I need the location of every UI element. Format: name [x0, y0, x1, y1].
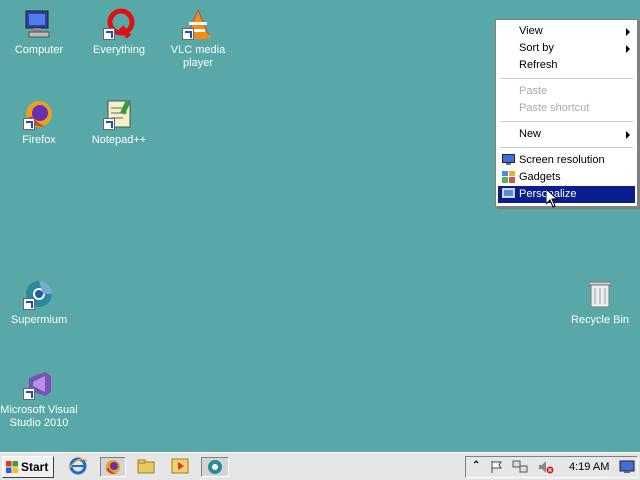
menu-item-personalize[interactable]: Personalize — [498, 186, 635, 203]
icon-label: VLC media player — [170, 44, 226, 69]
system-tray: ⌃ 4:19 AM — [465, 456, 638, 478]
shortcut-arrow-icon — [103, 28, 115, 40]
clock[interactable]: 4:19 AM — [569, 461, 609, 473]
visual-studio-icon — [23, 368, 55, 400]
icon-label: Notepad++ — [91, 134, 147, 146]
desktop-icon-notepadpp[interactable]: Notepad++ — [80, 98, 158, 147]
menu-item-label: Sort by — [519, 42, 554, 54]
start-button[interactable]: Start — [2, 456, 54, 478]
desktop-icon-everything[interactable]: Everything — [80, 8, 158, 57]
start-label: Start — [21, 460, 49, 474]
mouse-cursor-icon — [546, 189, 558, 208]
taskbar-media-player-button[interactable] — [170, 457, 192, 477]
menu-separator — [500, 121, 633, 122]
submenu-arrow-icon — [626, 28, 630, 36]
icon-label: Microsoft Visual Studio 2010 — [0, 404, 78, 429]
shortcut-arrow-icon — [23, 298, 35, 310]
shortcut-arrow-icon — [23, 118, 35, 130]
everything-icon — [103, 8, 135, 40]
shortcut-arrow-icon — [103, 118, 115, 130]
shortcut-arrow-icon — [182, 28, 194, 40]
submenu-arrow-icon — [626, 131, 630, 139]
show-hidden-icons-icon[interactable]: ⌃ — [472, 460, 480, 471]
icon-label: Supermium — [10, 314, 68, 326]
icon-label: Computer — [14, 44, 64, 56]
menu-item-sort-by[interactable]: Sort by — [498, 40, 635, 57]
menu-item-label: Refresh — [519, 59, 558, 71]
network-icon[interactable] — [512, 460, 528, 474]
desktop-icon-recycle-bin[interactable]: Recycle Bin — [561, 278, 639, 327]
menu-item-label: Gadgets — [519, 171, 561, 183]
menu-item-gadgets[interactable]: Gadgets — [498, 169, 635, 186]
menu-item-label: Paste shortcut — [519, 102, 590, 114]
volume-muted-icon[interactable] — [538, 460, 554, 474]
menu-item-screen-resolution[interactable]: Screen resolution — [498, 152, 635, 169]
recycle-bin-icon — [584, 278, 616, 310]
menu-item-paste-shortcut: Paste shortcut — [498, 100, 635, 117]
menu-item-refresh[interactable]: Refresh — [498, 57, 635, 74]
desktop-icon-visual-studio[interactable]: Microsoft Visual Studio 2010 — [0, 368, 78, 430]
notepadpp-icon — [103, 98, 135, 130]
shortcut-arrow-icon — [23, 388, 35, 400]
desktop-icon-computer[interactable]: Computer — [0, 8, 78, 57]
taskbar-firefox-button[interactable] — [100, 457, 126, 477]
menu-item-new[interactable]: New — [498, 126, 635, 143]
firefox-icon — [106, 460, 120, 475]
vlc-icon — [182, 8, 214, 40]
menu-separator — [500, 78, 633, 79]
supermium-icon — [23, 278, 55, 310]
menu-item-paste: Paste — [498, 83, 635, 100]
quicklaunch-ie-button[interactable] — [68, 457, 90, 477]
gadgets-icon — [502, 171, 515, 183]
submenu-arrow-icon — [626, 45, 630, 53]
action-center-flag-icon[interactable] — [490, 460, 504, 474]
personalize-icon — [502, 188, 515, 198]
icon-label: Recycle Bin — [570, 314, 630, 326]
taskbar-supermium-button[interactable] — [201, 457, 229, 477]
desktop-context-menu: View Sort by Refresh Paste Paste shortcu… — [495, 19, 638, 207]
menu-separator — [500, 147, 633, 148]
firefox-icon — [23, 98, 55, 130]
desktop-icon-supermium[interactable]: Supermium — [0, 278, 78, 327]
icon-label: Everything — [93, 44, 145, 56]
supermium-icon — [208, 460, 222, 474]
icon-label: Firefox — [22, 134, 56, 146]
menu-item-label: New — [519, 128, 542, 140]
windows-flag-icon — [6, 461, 18, 473]
taskbar: Start ⌃ 4:19 AM — [0, 452, 640, 480]
desktop-icon-vlc[interactable]: VLC media player — [159, 8, 237, 70]
desktop-icon-firefox[interactable]: Firefox — [0, 98, 78, 147]
menu-item-label: View — [519, 25, 543, 37]
screen-resolution-icon — [502, 154, 515, 165]
show-desktop-icon[interactable] — [619, 460, 635, 474]
internet-explorer-icon — [68, 457, 88, 475]
computer-icon — [23, 8, 55, 40]
taskbar-explorer-button[interactable] — [136, 457, 158, 477]
folder-icon — [137, 459, 155, 474]
menu-item-label: Screen resolution — [519, 154, 605, 166]
menu-item-view[interactable]: View — [498, 23, 635, 40]
menu-item-label: Paste — [519, 85, 548, 97]
media-player-icon — [171, 458, 189, 474]
